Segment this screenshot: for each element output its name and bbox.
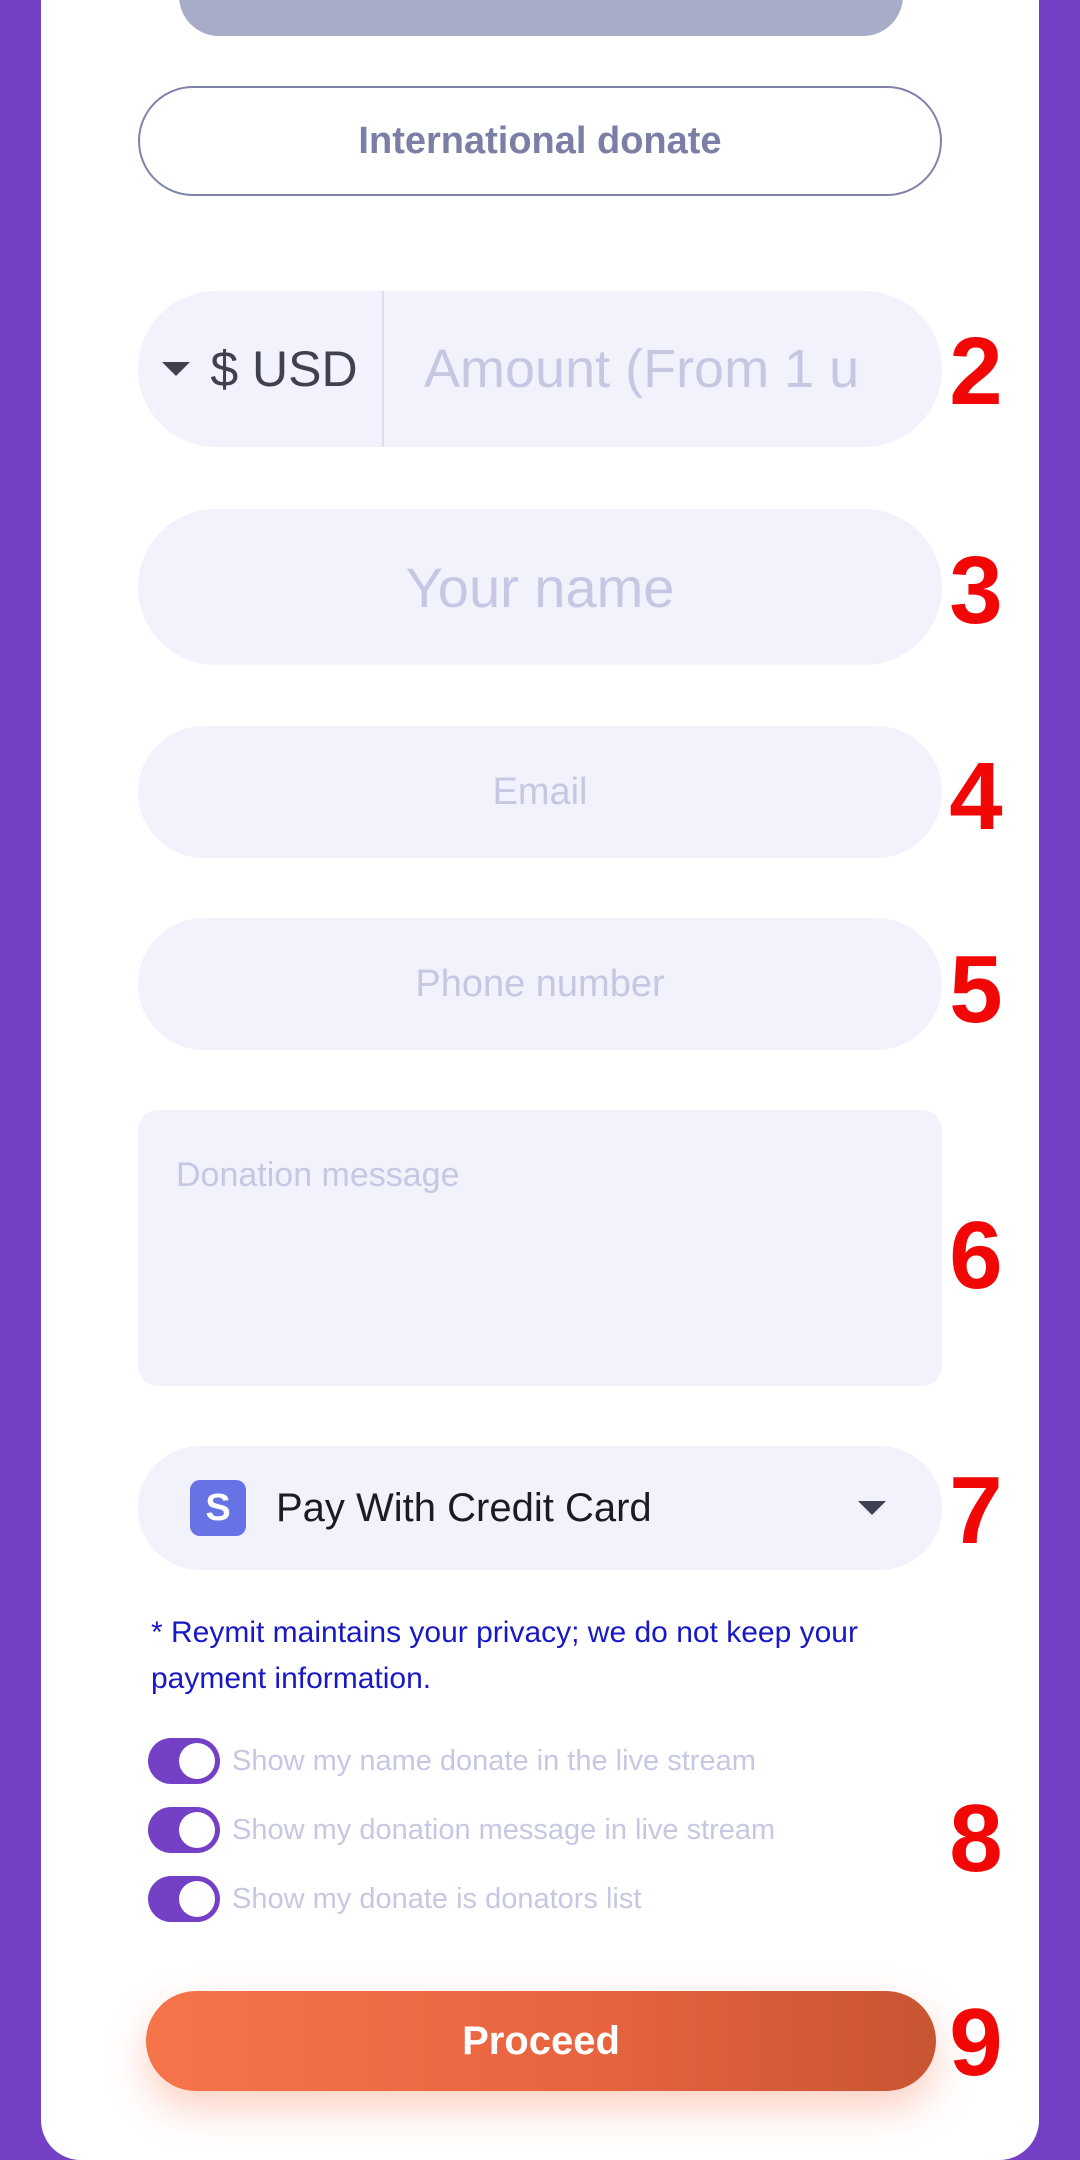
international-donate-button[interactable]: International donate (138, 86, 942, 196)
annotation-marker: 7 (949, 1457, 1003, 1564)
toggle-knob (179, 1743, 215, 1779)
toggle-knob (179, 1881, 215, 1917)
annotation-marker: 2 (949, 318, 1003, 425)
show-name-label: Show my name donate in the live stream (232, 1744, 756, 1777)
annotation-marker: 4 (949, 743, 1003, 850)
toggle-row-message: Show my donation message in live stream (148, 1807, 775, 1853)
annotation-marker: 8 (949, 1785, 1003, 1892)
amount-input[interactable]: Amount (From 1 u (384, 291, 942, 447)
privacy-note: * Reymit maintains your privacy; we do n… (151, 1616, 858, 1695)
payment-method-select[interactable]: S Pay With Credit Card (138, 1446, 942, 1570)
annotation-marker: 9 (949, 1989, 1003, 2096)
currency-selector[interactable]: $ USD (138, 291, 384, 447)
caret-down-icon (162, 362, 191, 376)
currency-label: $ USD (210, 341, 358, 397)
toggle-row-list: Show my donate is donators list (148, 1876, 641, 1922)
show-message-toggle[interactable] (148, 1807, 220, 1853)
chevron-down-icon (858, 1501, 886, 1515)
toggle-knob (179, 1812, 215, 1848)
show-donators-list-label: Show my donate is donators list (232, 1882, 642, 1915)
phone-input[interactable]: Phone number (138, 918, 942, 1050)
payment-method-label: Pay With Credit Card (276, 1485, 652, 1530)
name-placeholder: Your name (405, 555, 675, 619)
annotation-marker: 3 (949, 537, 1003, 644)
toggle-row-name: Show my name donate in the live stream (148, 1738, 756, 1784)
top-button-partial[interactable] (179, 0, 903, 36)
annotation-marker: 6 (949, 1202, 1003, 1309)
name-input[interactable]: Your name (138, 509, 942, 665)
show-message-label: Show my donation message in live stream (232, 1813, 776, 1846)
amount-placeholder: Amount (From 1 u (424, 339, 860, 399)
show-name-toggle[interactable] (148, 1738, 220, 1784)
amount-field: $ USD Amount (From 1 u (138, 291, 942, 447)
stripe-logo-icon: S (190, 1480, 246, 1536)
donation-message-textarea[interactable]: Donation message (138, 1110, 942, 1386)
annotation-marker: 5 (949, 936, 1003, 1043)
email-input[interactable]: Email (138, 726, 942, 858)
email-placeholder: Email (492, 770, 588, 813)
show-donators-list-toggle[interactable] (148, 1876, 220, 1922)
phone-placeholder: Phone number (415, 962, 665, 1005)
message-placeholder: Donation message (176, 1156, 460, 1194)
proceed-button[interactable]: Proceed (146, 1991, 936, 2091)
